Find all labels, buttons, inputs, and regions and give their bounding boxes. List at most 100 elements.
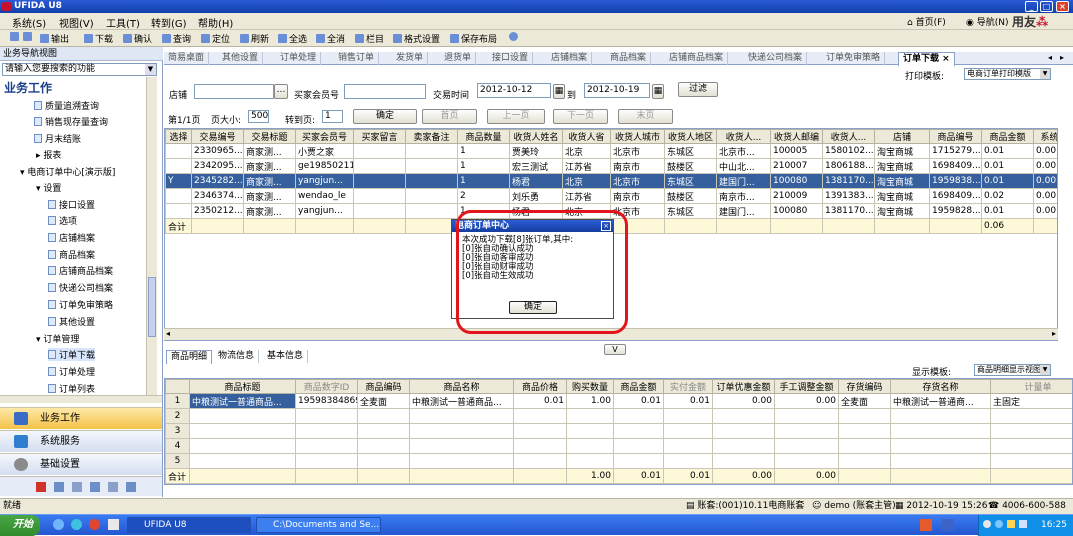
order-cell[interactable]: 0.00 — [1034, 174, 1059, 189]
tab-free-audit[interactable]: 订单免审策略 — [822, 52, 885, 65]
column-header[interactable]: 商品标题 — [190, 380, 296, 394]
order-cell[interactable]: 1580102... — [823, 144, 875, 159]
tab-other-settings[interactable]: 其他设置 — [218, 52, 263, 65]
shortcut-icon[interactable] — [126, 482, 136, 492]
column-header[interactable]: 商品数量 — [458, 130, 510, 144]
sidebar-search-input[interactable]: 请输入您要搜索的功能▼ — [2, 63, 157, 76]
detail-cell[interactable]: 中粮测试一普通商品... — [410, 394, 514, 409]
detail-cell[interactable]: 0.00 — [775, 394, 839, 409]
detail-cell[interactable]: 3 — [166, 424, 190, 439]
order-cell[interactable]: 0.00 — [1034, 159, 1059, 174]
deselect-all-button[interactable]: 全消 — [316, 32, 345, 45]
shortcut-icon[interactable] — [54, 482, 64, 492]
column-header[interactable]: 选择 — [166, 130, 192, 144]
preview-button[interactable] — [23, 32, 34, 43]
tray-icon[interactable] — [983, 520, 991, 528]
detail-cell[interactable] — [713, 454, 775, 469]
detail-cell[interactable]: 全麦面 — [358, 394, 410, 409]
tree-item[interactable]: ▾ 设置 — [36, 181, 61, 194]
tray-app-icon[interactable] — [920, 519, 932, 531]
order-row[interactable]: 2342095...商家测...ge198502111宏三测试江苏省南京市鼓楼区… — [166, 159, 1059, 174]
detail-cell[interactable] — [410, 424, 514, 439]
detail-cell[interactable] — [775, 409, 839, 424]
order-cell[interactable]: 淘宝商城 — [875, 144, 930, 159]
tray-app-icon[interactable] — [942, 519, 954, 531]
order-cell[interactable]: 淘宝商城 — [875, 204, 930, 219]
order-cell[interactable]: 1381170... — [823, 174, 875, 189]
tree-item[interactable]: 订单列表 — [48, 382, 95, 395]
order-cell[interactable] — [166, 144, 192, 159]
detail-cell[interactable] — [713, 439, 775, 454]
column-header[interactable]: 商品编号 — [930, 130, 982, 144]
order-cell[interactable]: 2345282... — [192, 174, 244, 189]
column-header[interactable]: 商品价格 — [514, 380, 567, 394]
detail-cell[interactable] — [514, 439, 567, 454]
order-cell[interactable] — [354, 174, 406, 189]
tree-item[interactable]: 月末结账 — [34, 132, 81, 145]
order-cell[interactable]: 南京市 — [611, 159, 665, 174]
order-cell[interactable]: 淘宝商城 — [875, 189, 930, 204]
order-cell[interactable]: 建国门... — [717, 174, 771, 189]
detail-row[interactable]: 5 — [166, 454, 1073, 469]
quicklaunch-icon[interactable] — [89, 519, 100, 530]
detail-cell[interactable]: 5 — [166, 454, 190, 469]
quicklaunch-icon[interactable] — [108, 519, 119, 530]
order-cell[interactable]: Y — [166, 174, 192, 189]
detail-cell[interactable]: 1.00 — [567, 394, 614, 409]
column-header[interactable]: 商品金额 — [982, 130, 1034, 144]
detail-cell[interactable] — [190, 454, 296, 469]
order-cell[interactable]: 东城区 — [665, 204, 717, 219]
column-header[interactable]: 实付金额 — [664, 380, 713, 394]
order-cell[interactable]: 1698409... — [930, 189, 982, 204]
close-button[interactable]: × — [1056, 1, 1069, 12]
order-cell[interactable] — [166, 159, 192, 174]
detail-cell[interactable] — [991, 409, 1073, 424]
goto-page-input[interactable]: 1 — [322, 110, 343, 123]
detail-cell[interactable]: 0.01 — [614, 394, 664, 409]
tray-icon[interactable] — [1007, 520, 1015, 528]
pager-confirm-button[interactable]: 确定 — [353, 109, 417, 124]
tree-item[interactable]: 订单处理 — [48, 365, 95, 378]
column-header[interactable]: 卖家备注 — [406, 130, 458, 144]
taskbar-item-u8[interactable]: UFIDA U8 — [127, 517, 251, 533]
order-cell[interactable]: 0.01 — [982, 144, 1034, 159]
detail-cell[interactable] — [514, 409, 567, 424]
order-cell[interactable]: 商家测... — [244, 159, 296, 174]
order-cell[interactable] — [406, 174, 458, 189]
order-cell[interactable]: 鼓楼区 — [665, 189, 717, 204]
order-cell[interactable]: 商家测... — [244, 174, 296, 189]
menu-view[interactable]: 视图(V) — [59, 15, 94, 30]
detail-cell[interactable] — [713, 424, 775, 439]
detail-cell[interactable] — [991, 439, 1073, 454]
detail-cell[interactable] — [839, 424, 891, 439]
detail-cell[interactable] — [410, 409, 514, 424]
detail-cell[interactable] — [567, 424, 614, 439]
order-cell[interactable]: 210009 — [771, 189, 823, 204]
maximize-button[interactable]: □ — [1040, 1, 1053, 12]
print-button[interactable] — [10, 32, 21, 43]
detail-cell[interactable] — [358, 439, 410, 454]
detail-cell[interactable] — [358, 424, 410, 439]
order-cell[interactable]: 100005 — [771, 144, 823, 159]
select-all-button[interactable]: 全选 — [278, 32, 307, 45]
tree-item[interactable]: ▾ 电商订单中心[演示版] — [20, 165, 115, 178]
tree-item[interactable]: 销售现存量查询 — [34, 115, 108, 128]
order-cell[interactable] — [406, 144, 458, 159]
order-cell[interactable]: 中山北... — [717, 159, 771, 174]
detail-cell[interactable] — [775, 454, 839, 469]
quicklaunch-icon[interactable] — [71, 519, 82, 530]
detail-cell[interactable]: 4 — [166, 439, 190, 454]
minimize-button[interactable]: _ — [1025, 1, 1038, 12]
sidebar-hscrollbar[interactable] — [0, 395, 162, 403]
order-cell[interactable]: 0.00 — [1034, 189, 1059, 204]
column-header[interactable]: 交易编号 — [192, 130, 244, 144]
detail-cell[interactable] — [296, 439, 358, 454]
detail-cell[interactable] — [891, 439, 991, 454]
detail-cell[interactable]: 中粮测试一普通商品... — [190, 394, 296, 409]
order-cell[interactable]: 1698409... — [930, 159, 982, 174]
order-cell[interactable]: 北京市 — [611, 174, 665, 189]
order-cell[interactable]: 2 — [458, 189, 510, 204]
column-header[interactable]: 收货人省 — [563, 130, 611, 144]
detail-cell[interactable] — [891, 454, 991, 469]
print-template-select[interactable]: 电商订单打印模版▼ — [964, 68, 1051, 80]
